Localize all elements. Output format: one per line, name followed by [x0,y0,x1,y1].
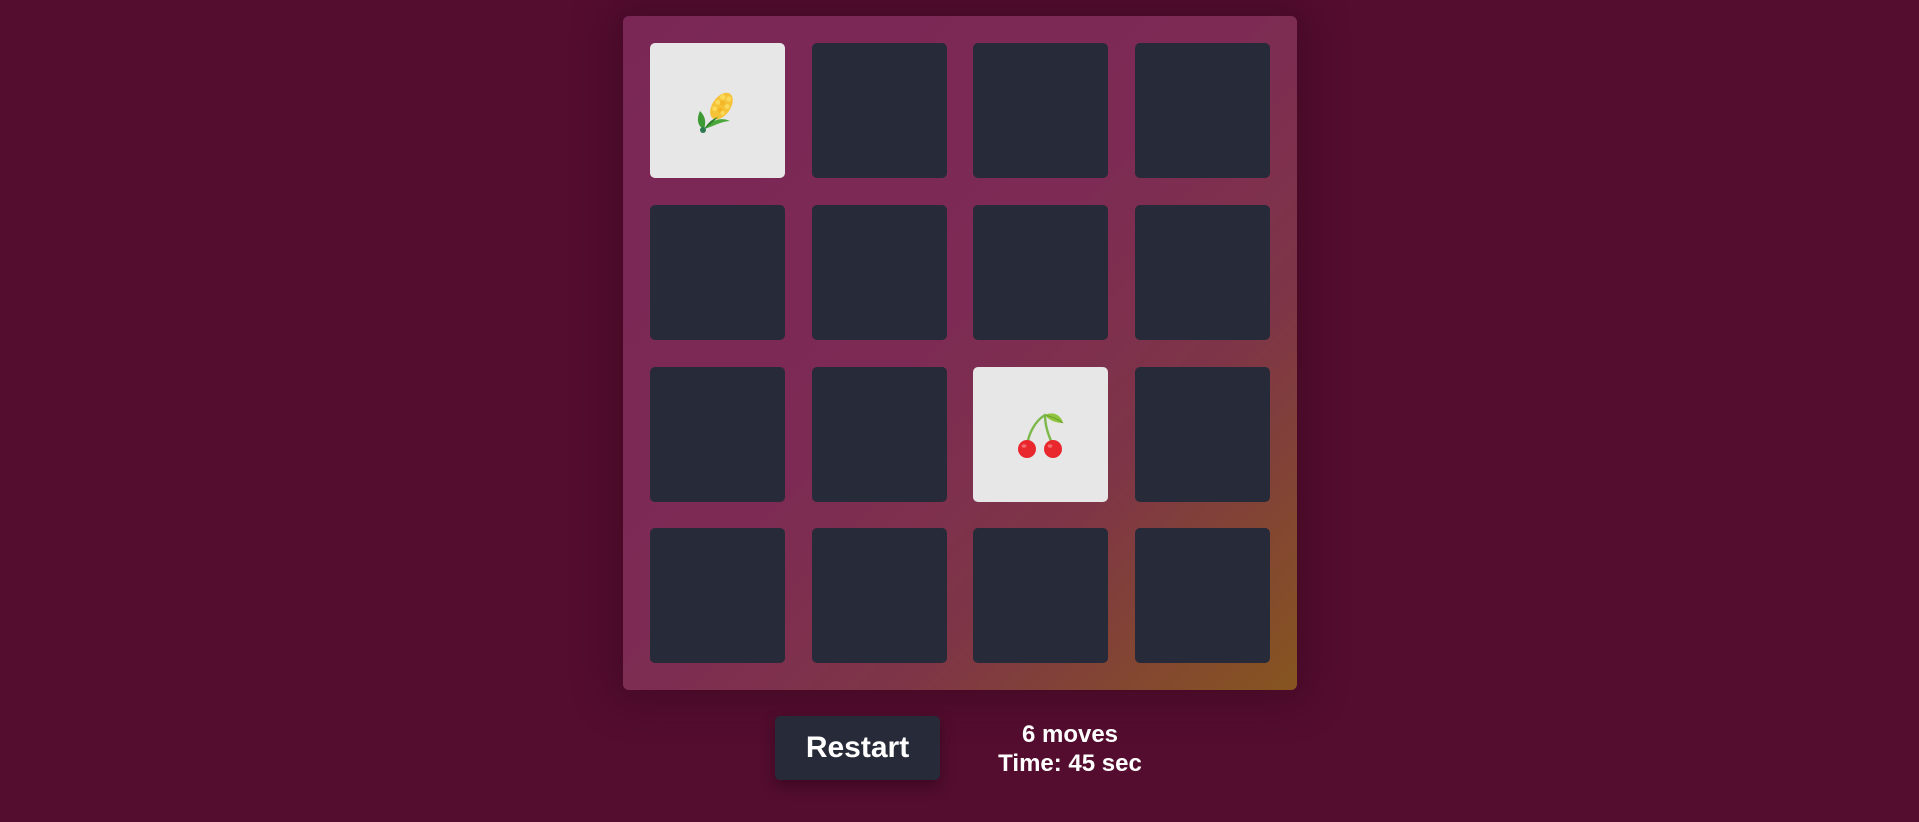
timer: Time: 45 sec [998,750,1142,777]
card-10[interactable] [812,367,947,502]
controls-bar: Restart 6 moves Time: 45 sec [0,716,1919,782]
game-stage: Restart 6 moves Time: 45 sec [0,0,1919,822]
card-14[interactable] [812,528,947,663]
card-16[interactable] [1135,528,1270,663]
corn-icon [697,92,733,133]
card-12[interactable] [1135,367,1270,502]
card-7[interactable] [973,205,1108,340]
card-3[interactable] [973,43,1108,178]
game-stats: 6 moves Time: 45 sec [980,720,1160,778]
restart-button[interactable]: Restart [775,716,940,780]
card-8[interactable] [1135,205,1270,340]
cherries-icon [1017,412,1063,458]
card-6[interactable] [812,205,947,340]
card-15[interactable] [973,528,1108,663]
card-9[interactable] [650,367,785,502]
card-11[interactable] [973,367,1108,502]
card-4[interactable] [1135,43,1270,178]
card-13[interactable] [650,528,785,663]
memory-board [623,16,1297,690]
card-5[interactable] [650,205,785,340]
moves-counter: 6 moves [1021,721,1119,748]
card-1[interactable] [650,43,785,178]
card-2[interactable] [812,43,947,178]
